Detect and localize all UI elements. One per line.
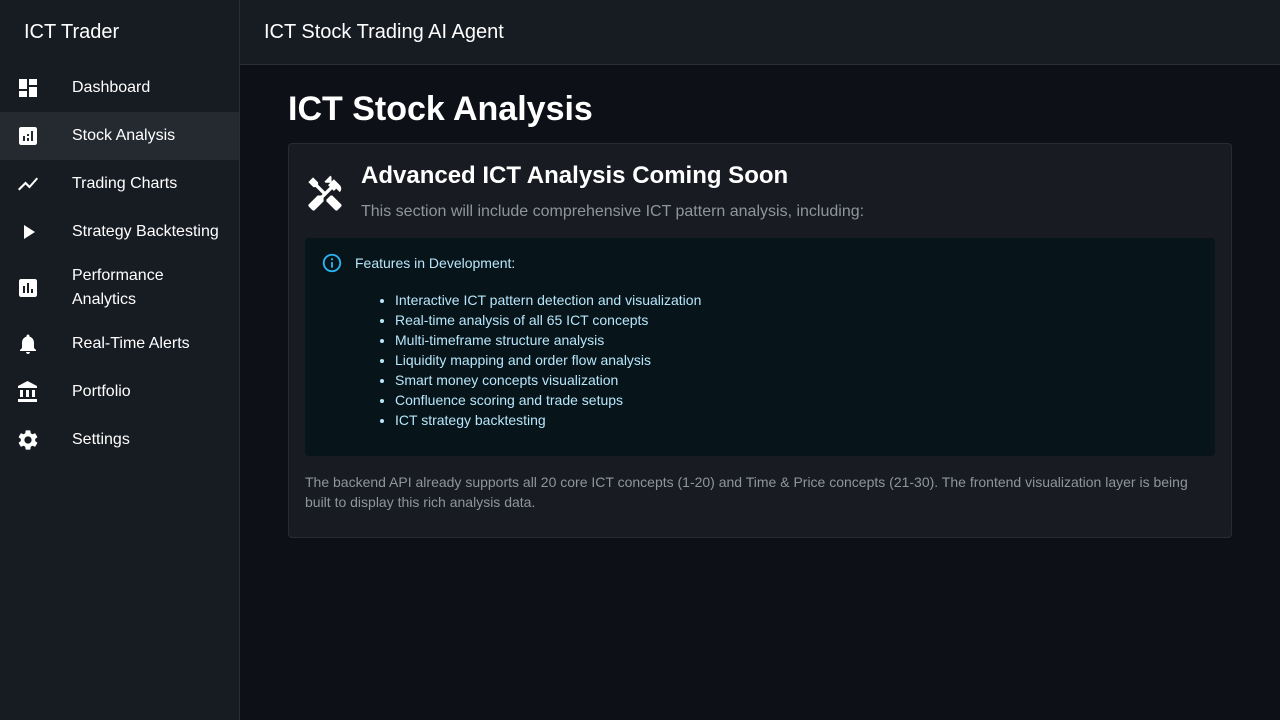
card-header-text: Advanced ICT Analysis Coming Soon This s… [361,160,864,221]
gear-icon [16,428,40,452]
dashboard-icon [16,76,40,100]
page-title: ICT Stock Analysis [288,90,593,128]
main-content: ICT Stock Analysis Advanced ICT Analysis… [288,65,1232,538]
bell-icon [16,332,40,356]
app-bar-title: ICT Stock Trading AI Agent [264,20,504,43]
list-item: Liquidity mapping and order flow analysi… [395,350,1199,370]
sidebar-item-label: Trading Charts [72,175,178,192]
alert-title: Features in Development: [355,255,516,271]
list-item: ICT strategy backtesting [395,410,1199,430]
sidebar-item-stock-analysis[interactable]: Stock Analysis [0,112,239,160]
list-item: Smart money concepts visualization [395,370,1199,390]
app-bar: ICT Stock Trading AI Agent [240,0,1280,65]
list-item: Interactive ICT pattern detection and vi… [395,290,1199,310]
sidebar-item-label: Stock Analysis [72,127,176,144]
list-item: Confluence scoring and trade setups [395,390,1199,410]
sidebar-item-trading-charts[interactable]: Trading Charts [0,160,239,208]
sidebar: ICT Trader Dashboard Stock Analysis Trad… [0,0,240,720]
sidebar-item-label: Portfolio [72,383,131,400]
trend-line-icon [16,172,40,196]
sidebar-item-label: Dashboard [72,79,151,96]
info-alert: Features in Development: Interactive ICT… [305,238,1215,456]
sidebar-item-portfolio[interactable]: Portfolio [0,368,239,416]
sidebar-item-performance-analytics[interactable]: Performance Analytics [0,256,239,320]
bar-chart-icon [16,276,40,300]
sidebar-item-label: Strategy Backtesting [72,223,219,240]
alert-header: Features in Development: [321,252,1199,274]
sidebar-item-strategy-backtesting[interactable]: Strategy Backtesting [0,208,239,256]
card-title: Advanced ICT Analysis Coming Soon [361,162,789,189]
sidebar-item-label: Settings [72,431,130,448]
list-item: Real-time analysis of all 65 ICT concept… [395,310,1199,330]
app-brand: ICT Trader [24,20,120,43]
sidebar-item-dashboard[interactable]: Dashboard [0,64,239,112]
sidebar-item-real-time-alerts[interactable]: Real-Time Alerts [0,320,239,368]
tools-icon [305,174,345,214]
card-header: Advanced ICT Analysis Coming Soon This s… [305,160,1215,221]
analytics-icon [16,124,40,148]
play-icon [16,220,40,244]
coming-soon-card: Advanced ICT Analysis Coming Soon This s… [288,143,1232,538]
bank-icon [16,380,40,404]
sidebar-item-label: Real-Time Alerts [72,335,190,352]
sidebar-item-settings[interactable]: Settings [0,416,239,464]
backend-note: The backend API already supports all 20 … [305,474,1188,510]
info-icon [321,252,343,274]
card-subtitle: This section will include comprehensive … [361,203,865,220]
list-item: Multi-timeframe structure analysis [395,330,1199,350]
sidebar-nav: Dashboard Stock Analysis Trading Charts … [0,64,239,464]
feature-list: Interactive ICT pattern detection and vi… [395,290,1199,430]
sidebar-item-label: Performance Analytics [72,267,164,308]
